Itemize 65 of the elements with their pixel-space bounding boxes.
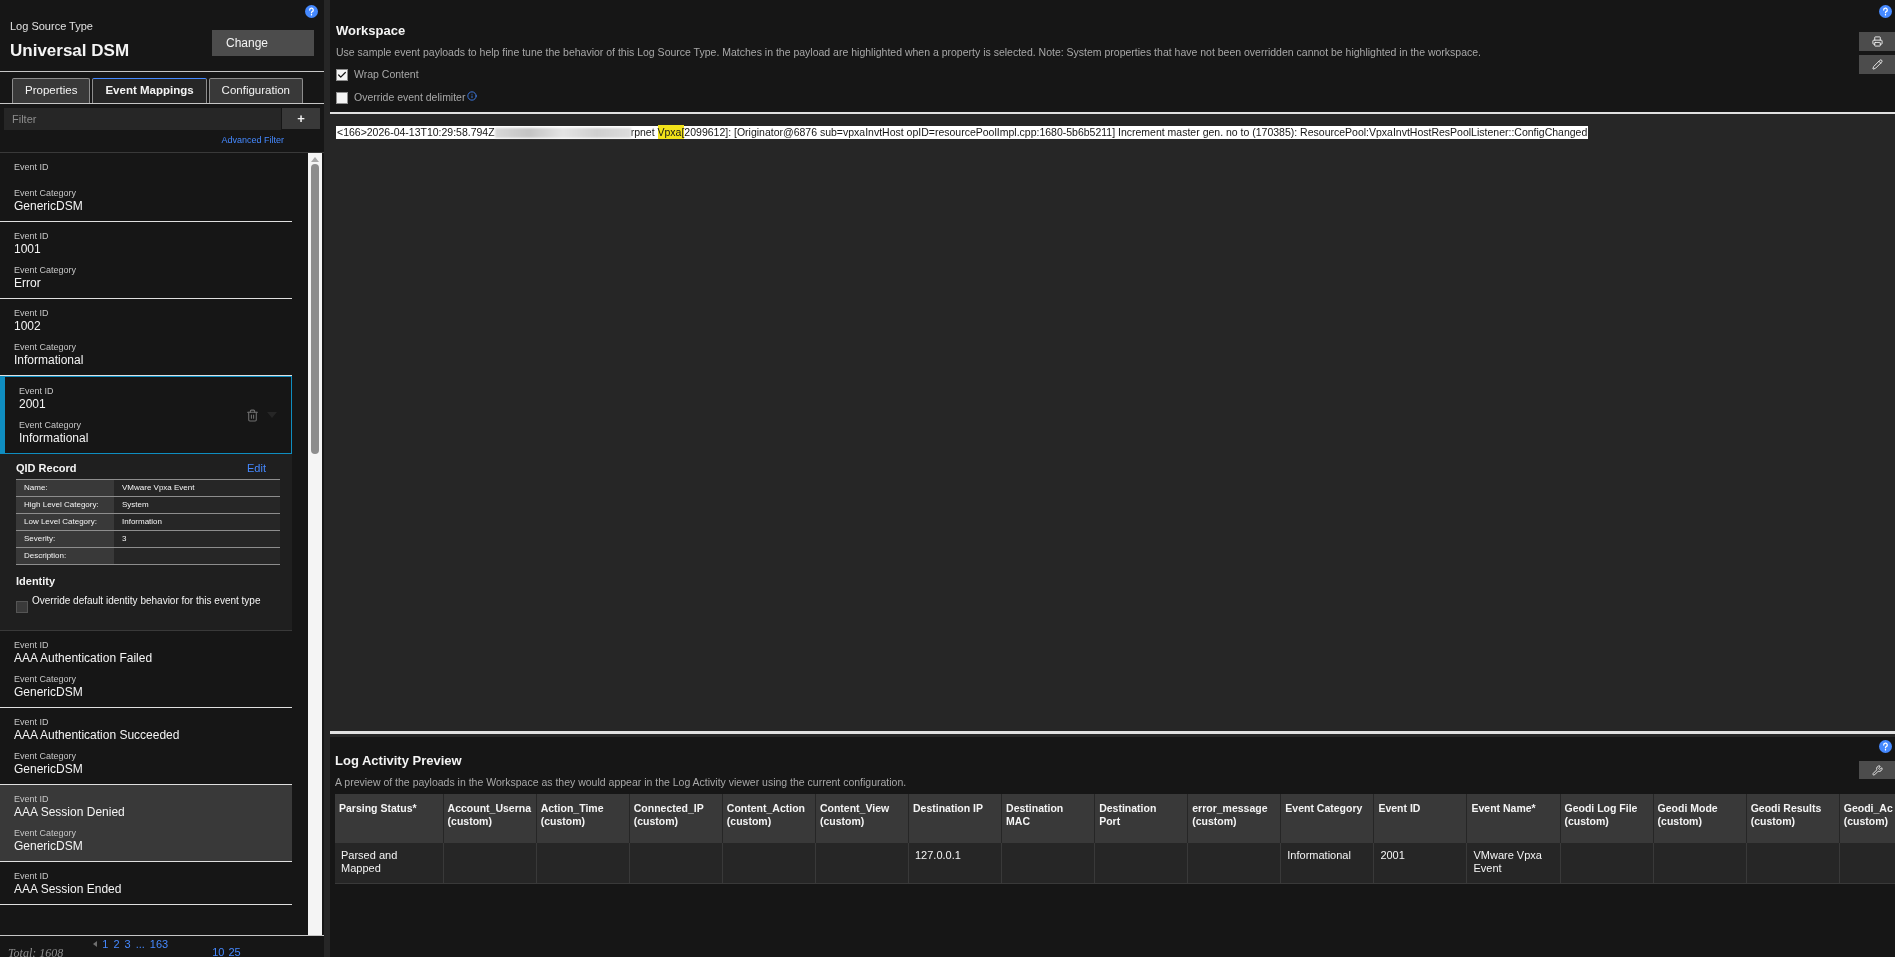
event-id-label: Event ID bbox=[14, 792, 50, 805]
qid-record-title: QID Record bbox=[16, 460, 77, 476]
event-category-label: Event Category bbox=[14, 186, 78, 199]
page-link[interactable]: 163 bbox=[149, 936, 169, 953]
event-id-value: AAA Session Denied bbox=[14, 804, 126, 819]
page-link[interactable]: ... bbox=[135, 936, 145, 953]
page-link[interactable]: 1 bbox=[102, 936, 109, 953]
table-cell: Parsed and Mapped bbox=[335, 843, 444, 884]
qid-field-value: VMware Vpxa Event bbox=[114, 479, 280, 497]
event-category-label: Event Category bbox=[14, 672, 78, 685]
page-link[interactable]: 2 bbox=[113, 936, 120, 953]
event-category-label: Event Category bbox=[14, 263, 78, 276]
preview-description: A preview of the payloads in the Workspace as they would appear in the Log Activity viewer using the current configuration. bbox=[335, 774, 907, 790]
page-link[interactable]: 3 bbox=[124, 936, 131, 953]
table-cell: VMware Vpxa Event bbox=[1466, 843, 1561, 884]
event-id-label: Event ID bbox=[14, 638, 50, 651]
option-label: Override event delimiter bbox=[354, 90, 466, 105]
table-cell: Informational bbox=[1280, 843, 1374, 884]
event-id-value: 1002 bbox=[14, 318, 42, 333]
workspace-title: Workspace bbox=[336, 22, 406, 40]
advanced-filter-link[interactable]: Advanced Filter bbox=[221, 134, 284, 148]
table-cell: 2001 bbox=[1373, 843, 1467, 884]
edit-link[interactable]: Edit bbox=[247, 459, 266, 476]
event-id-value: 2001 bbox=[19, 396, 47, 411]
page-size-option[interactable]: 10 bbox=[212, 944, 225, 957]
table-cell: 127.0.0.1 bbox=[908, 843, 1002, 884]
override-identity-label: Override default identity behavior for this event type bbox=[32, 593, 261, 608]
option-label: Wrap Content bbox=[354, 67, 419, 83]
event-category-value: Error bbox=[14, 275, 42, 290]
filter-field[interactable]: Filter bbox=[4, 108, 281, 130]
tab[interactable]: Properties bbox=[12, 78, 91, 103]
event-category-value: GenericDSM bbox=[14, 198, 84, 213]
event-category-value: Informational bbox=[19, 430, 90, 445]
preview-title: Log Activity Preview bbox=[335, 752, 462, 770]
event-id-value: 1001 bbox=[14, 241, 42, 256]
event-id-value: AAA Authentication Succeeded bbox=[14, 727, 181, 742]
log-source-type-name: Universal DSM bbox=[10, 39, 130, 62]
event-mapping-item[interactable]: Event ID AAA Session Denied Event Category GenericDSM bbox=[0, 784, 292, 862]
event-category-label: Event Category bbox=[19, 418, 83, 431]
event-category-label: Event Category bbox=[14, 340, 78, 353]
event-category-value: GenericDSM bbox=[14, 761, 84, 776]
event-id-label: Event ID bbox=[14, 160, 50, 173]
event-category-value: GenericDSM bbox=[14, 684, 84, 699]
tab[interactable]: Event Mappings bbox=[92, 78, 207, 103]
event-category-label: Event Category bbox=[14, 826, 78, 839]
total-count: Total: 1608 bbox=[8, 945, 64, 957]
add-button[interactable]: + bbox=[282, 108, 320, 129]
event-id-label: Event ID bbox=[14, 869, 50, 882]
event-category-value: Informational bbox=[14, 352, 85, 367]
event-category-label: Event Category bbox=[14, 749, 78, 762]
event-id-value: AAA Session Ended bbox=[14, 881, 123, 896]
event-id-value: AAA Authentication Failed bbox=[14, 650, 154, 665]
log-source-type-label: Log Source Type bbox=[10, 19, 94, 34]
event-id-label: Event ID bbox=[14, 715, 50, 728]
change-button[interactable]: Change bbox=[212, 30, 314, 56]
event-category-value: GenericDSM bbox=[14, 838, 84, 853]
event-id-label: Event ID bbox=[19, 384, 55, 397]
identity-title: Identity bbox=[16, 574, 57, 589]
tab[interactable]: Configuration bbox=[208, 78, 303, 103]
page-size-option[interactable]: 25 bbox=[228, 944, 241, 957]
event-mapping-item[interactable]: Event ID 2001 Event Category Informational bbox=[0, 375, 292, 454]
event-id-label: Event ID bbox=[14, 229, 50, 242]
workspace-description: Use sample event payloads to help fine tune the behavior of this Log Source Type. Matches in the payload are highlighted when a property is selected. Note: System properties that have not been overridden cannot be highlighted in the workspace. bbox=[336, 44, 1483, 60]
event-id-label: Event ID bbox=[14, 306, 50, 319]
qid-field-label: Name: bbox=[16, 479, 114, 497]
